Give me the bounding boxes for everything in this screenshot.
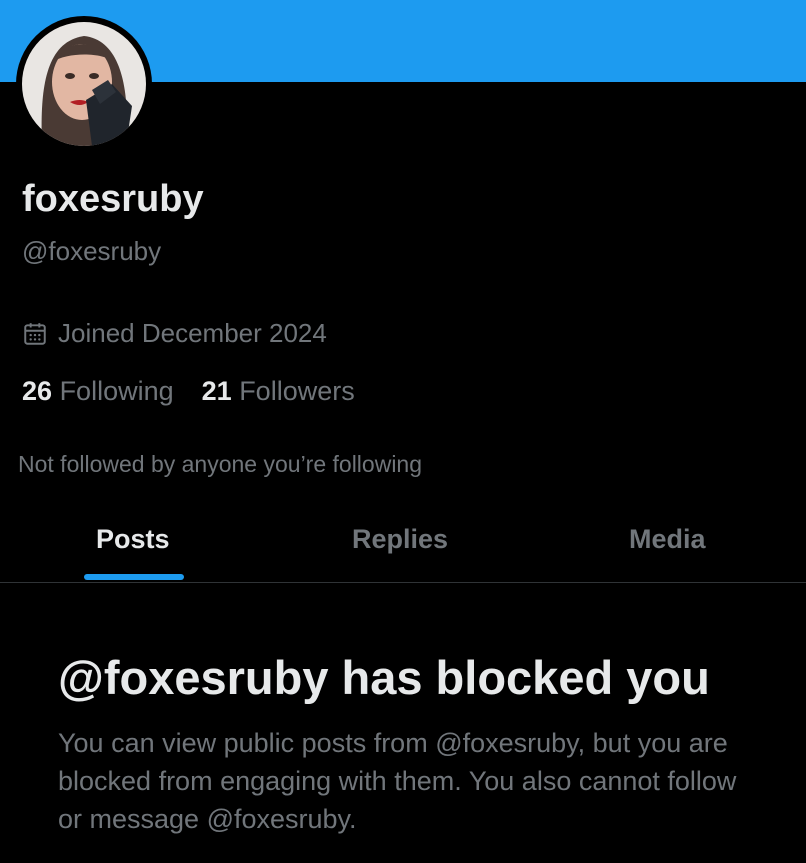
profile-avatar[interactable] <box>16 16 152 152</box>
following-count: 26 <box>22 376 53 406</box>
followers-count: 21 <box>201 376 232 406</box>
profile-tabs: Posts Replies Media <box>0 500 806 583</box>
avatar-image <box>22 22 146 146</box>
active-tab-indicator <box>84 574 184 580</box>
not-followed-text: Not followed by anyone you’re following <box>18 451 423 477</box>
followers-link[interactable]: 21 Followers <box>202 376 355 407</box>
handle: @foxesruby <box>22 236 162 266</box>
tab-posts[interactable]: Posts <box>96 524 170 555</box>
joined-date: Joined December 2024 <box>22 318 327 349</box>
calendar-icon <box>24 322 46 345</box>
follow-stats: 26 Following 21 Followers <box>22 376 383 407</box>
following-link[interactable]: 26 Following <box>22 376 174 407</box>
tab-replies[interactable]: Replies <box>352 524 448 555</box>
blocked-message: You can view public posts from @foxesrub… <box>58 728 737 834</box>
blocked-title: @foxesruby has blocked you <box>58 651 710 704</box>
following-label: Following <box>59 376 174 406</box>
display-name: foxesruby <box>22 178 204 220</box>
followers-label: Followers <box>239 376 355 406</box>
joined-text: Joined December 2024 <box>58 318 327 348</box>
tab-media[interactable]: Media <box>629 524 706 555</box>
